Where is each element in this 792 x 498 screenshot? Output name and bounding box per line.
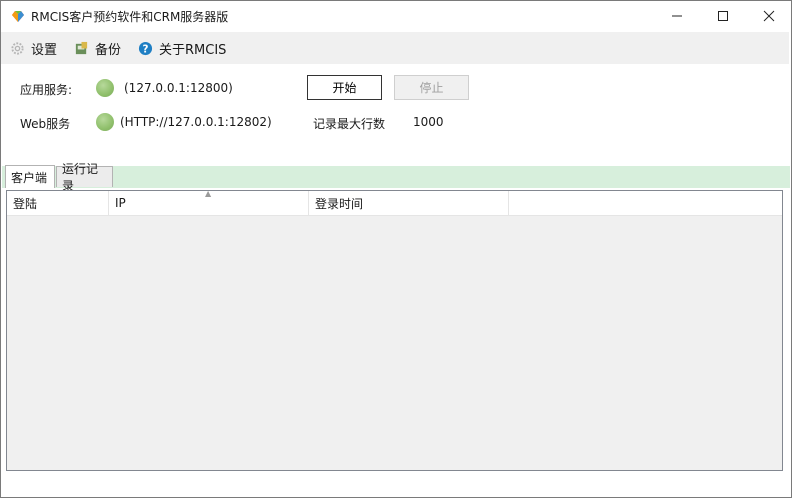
max-rows-label: 记录最大行数 [313, 117, 386, 131]
column-header-ip[interactable]: IP ▲ [109, 189, 309, 215]
list-header: 登陆 IP ▲ 登录时间 [7, 189, 782, 216]
menu-backup[interactable]: 备份 [74, 38, 121, 58]
main-window: RMCIS客户预约软件和CRM服务器版 设置 备份 ? 关于RMCIS 应用服务… [0, 0, 792, 498]
menu-bar: 设置 备份 ? 关于RMCIS [1, 32, 789, 64]
app-service-label: 应用服务: [20, 83, 73, 97]
menu-settings-label: 设置 [31, 42, 58, 58]
app-logo-icon [10, 8, 26, 24]
gear-icon [10, 41, 25, 56]
column-header-ip-label: IP [115, 196, 126, 210]
start-button[interactable]: 开始 [307, 75, 382, 100]
maximize-button[interactable] [700, 1, 746, 31]
close-icon [763, 10, 775, 22]
menu-about[interactable]: ? 关于RMCIS [138, 38, 226, 58]
backup-icon [74, 41, 89, 56]
svg-text:?: ? [143, 43, 149, 55]
web-service-label: Web服务 [20, 117, 71, 131]
column-header-login[interactable]: 登陆 [7, 191, 109, 215]
app-service-address: (127.0.0.1:12800) [124, 81, 233, 95]
title-bar[interactable]: RMCIS客户预约软件和CRM服务器版 [1, 1, 791, 31]
tab-strip: 客户端 运行记录 [2, 162, 790, 193]
web-service-address: (HTTP://127.0.0.1:12802) [120, 115, 272, 129]
tab-clients[interactable]: 客户端 [5, 165, 55, 188]
client-list[interactable]: 登陆 IP ▲ 登录时间 [6, 189, 783, 471]
minimize-button[interactable] [654, 1, 700, 31]
stop-button[interactable]: 停止 [394, 75, 469, 100]
menu-settings[interactable]: 设置 [10, 38, 57, 58]
minimize-icon [672, 15, 682, 17]
help-icon: ? [138, 41, 153, 56]
menu-backup-label: 备份 [95, 42, 122, 58]
maximize-icon [718, 11, 728, 21]
close-button[interactable] [746, 1, 791, 31]
max-rows-value: 1000 [413, 115, 444, 129]
app-service-status-indicator [96, 79, 114, 97]
column-header-filler [509, 191, 782, 215]
column-header-login-time[interactable]: 登录时间 [309, 191, 509, 215]
tab-run-log[interactable]: 运行记录 [56, 162, 113, 193]
status-bar [1, 473, 791, 497]
web-service-status-indicator [96, 113, 114, 131]
sort-ascending-icon: ▲ [205, 189, 212, 198]
window-title: RMCIS客户预约软件和CRM服务器版 [31, 10, 229, 24]
menu-about-label: 关于RMCIS [159, 42, 227, 58]
